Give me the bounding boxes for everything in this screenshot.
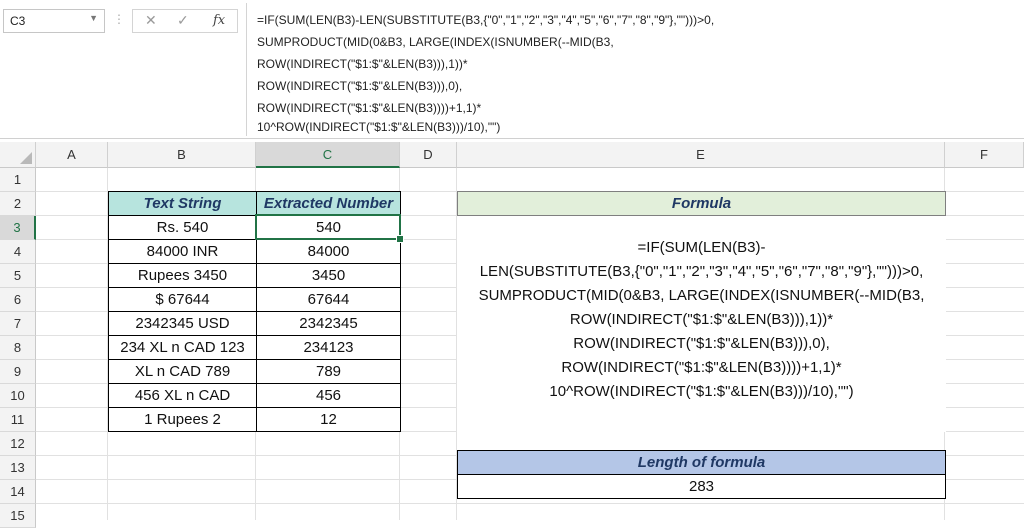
text-string-cell[interactable]: 456 XL n CAD	[108, 383, 257, 408]
formula-buttons: ✕ ✓ fx	[132, 9, 238, 33]
formula-panel-line: ROW(INDIRECT("$1:$"&LEN(B3))),1))*	[569, 311, 834, 328]
select-all-button[interactable]	[0, 142, 36, 168]
enter-icon[interactable]: ✓	[177, 12, 189, 29]
column-header-b[interactable]: B	[108, 142, 256, 168]
extracted-number-cell[interactable]: 2342345	[256, 311, 401, 336]
formula-bar-line: SUMPRODUCT(MID(0&B3, LARGE(INDEX(ISNUMBE…	[257, 35, 614, 49]
fill-handle[interactable]	[396, 235, 404, 243]
row-header-3[interactable]: 3	[0, 216, 36, 240]
extracted-number-cell[interactable]: 789	[256, 359, 401, 384]
formula-input[interactable]: =IF(SUM(LEN(B3)-LEN(SUBSTITUTE(B3,{"0","…	[246, 3, 1024, 136]
text-string-cell[interactable]: XL n CAD 789	[108, 359, 257, 384]
text-string-cell[interactable]: 84000 INR	[108, 239, 257, 264]
name-box-value: C3	[10, 14, 26, 28]
table-header-text-string[interactable]: Text String	[108, 191, 257, 216]
row-header-11[interactable]: 11	[0, 408, 36, 432]
text-string-cell[interactable]: 234 XL n CAD 123	[108, 335, 257, 360]
formula-panel-body[interactable]: =IF(SUM(LEN(B3)- LEN(SUBSTITUTE(B3,{"0",…	[457, 216, 946, 432]
row-header-4[interactable]: 4	[0, 240, 36, 264]
column-header-a[interactable]: A	[36, 142, 108, 168]
text-string-cell[interactable]: 1 Rupees 2	[108, 407, 257, 432]
text-string-cell[interactable]: Rupees 3450	[108, 263, 257, 288]
row-header-8[interactable]: 8	[0, 336, 36, 360]
formula-panel-line: ROW(INDIRECT("$1:$"&LEN(B3))),0),	[573, 335, 830, 352]
formula-panel-header[interactable]: Formula	[457, 191, 946, 216]
formula-bar-area: C3 ▼ ⋮ ✕ ✓ fx =IF(SUM(LEN(B3)-LEN(SUBSTI…	[0, 0, 1024, 139]
row-header-12[interactable]: 12	[0, 432, 36, 456]
row-header-2[interactable]: 2	[0, 192, 36, 216]
formula-bar-divider	[0, 138, 1024, 139]
column-header-f[interactable]: F	[945, 142, 1024, 168]
row-header-13[interactable]: 13	[0, 456, 36, 480]
formula-panel-line: =IF(SUM(LEN(B3)-	[637, 239, 766, 256]
formula-panel-line: SUMPRODUCT(MID(0&B3, LARGE(INDEX(ISNUMBE…	[478, 287, 925, 304]
column-header-c[interactable]: C	[256, 142, 400, 168]
insert-function-icon[interactable]: fx	[213, 13, 225, 28]
text-string-cell[interactable]: 2342345 USD	[108, 311, 257, 336]
column-header-e[interactable]: E	[457, 142, 945, 168]
extracted-number-cell[interactable]: 67644	[256, 287, 401, 312]
formula-bar-line: ROW(INDIRECT("$1:$"&LEN(B3))),0),	[257, 79, 463, 93]
extracted-number-cell[interactable]: 540	[256, 215, 401, 240]
row-header-10[interactable]: 10	[0, 384, 36, 408]
extracted-number-cell[interactable]: 456	[256, 383, 401, 408]
text-string-cell[interactable]: Rs. 540	[108, 215, 257, 240]
formula-bar-line: 10^ROW(INDIRECT("$1:$"&LEN(B3)))/10),"")	[257, 120, 501, 134]
extracted-number-cell[interactable]: 3450	[256, 263, 401, 288]
select-all-triangle-icon	[20, 152, 32, 164]
formula-panel-line: 10^ROW(INDIRECT("$1:$"&LEN(B3)))/10),"")	[549, 383, 854, 400]
text-string-cell[interactable]: $ 67644	[108, 287, 257, 312]
row-header-7[interactable]: 7	[0, 312, 36, 336]
length-panel-header[interactable]: Length of formula	[457, 450, 946, 475]
formula-bar-line: =IF(SUM(LEN(B3)-LEN(SUBSTITUTE(B3,{"0","…	[257, 13, 715, 27]
formula-bar-line: ROW(INDIRECT("$1:$"&LEN(B3))),1))*	[257, 57, 468, 71]
cancel-icon[interactable]: ✕	[145, 12, 157, 29]
row-header-6[interactable]: 6	[0, 288, 36, 312]
column-header-d[interactable]: D	[400, 142, 457, 168]
grip-icon: ⋮	[113, 12, 125, 26]
extracted-number-cell[interactable]: 12	[256, 407, 401, 432]
formula-bar-line: ROW(INDIRECT("$1:$"&LEN(B3))))+1,1)*	[257, 101, 482, 115]
row-header-9[interactable]: 9	[0, 360, 36, 384]
table-header-extracted-number[interactable]: Extracted Number	[256, 191, 401, 216]
chevron-down-icon[interactable]: ▼	[89, 13, 98, 23]
length-value-cell[interactable]: 283	[457, 474, 946, 499]
formula-panel-line: ROW(INDIRECT("$1:$"&LEN(B3))))+1,1)*	[561, 359, 842, 376]
formula-panel-line: LEN(SUBSTITUTE(B3,{"0","1","2","3","4","…	[479, 263, 924, 280]
row-header-5[interactable]: 5	[0, 264, 36, 288]
row-header-14[interactable]: 14	[0, 480, 36, 504]
name-box[interactable]: C3 ▼	[3, 9, 105, 33]
row-header-15[interactable]: 15	[0, 504, 36, 528]
gridline	[36, 503, 1024, 504]
extracted-number-cell[interactable]: 234123	[256, 335, 401, 360]
extracted-number-cell[interactable]: 84000	[256, 239, 401, 264]
row-header-1[interactable]: 1	[0, 168, 36, 192]
